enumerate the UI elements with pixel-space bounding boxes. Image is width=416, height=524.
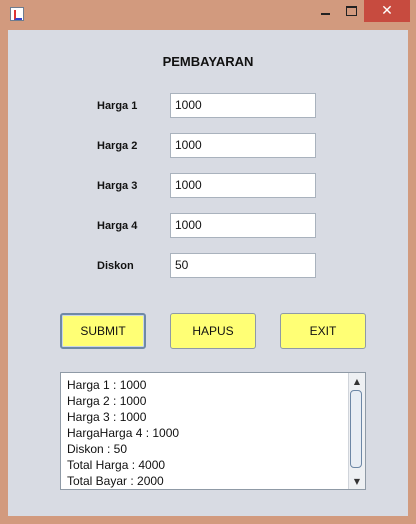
form-panel: PEMBAYARAN Harga 1 1000 Harga 2 1000 Har… <box>8 30 408 516</box>
diskon-label: Diskon <box>97 260 134 272</box>
output-line: Harga 3 : 1000 <box>67 410 147 424</box>
harga-1-input[interactable]: 1000 <box>170 93 316 118</box>
close-button[interactable]: ✕ <box>364 0 410 22</box>
output-lines: Harga 1 : 1000 Harga 2 : 1000 Harga 3 : … <box>67 377 347 489</box>
hapus-button[interactable]: HAPUS <box>170 313 256 349</box>
scroll-down-arrow-icon[interactable]: ▼ <box>349 474 365 488</box>
harga-3-input[interactable]: 1000 <box>170 173 316 198</box>
page-title: PEMBAYARAN <box>162 54 254 69</box>
output-text-area[interactable]: Harga 1 : 1000 Harga 2 : 1000 Harga 3 : … <box>60 372 366 490</box>
output-line: Harga 1 : 1000 <box>67 378 147 392</box>
harga-2-label: Harga 2 <box>97 140 138 152</box>
harga-1-label: Harga 1 <box>97 100 138 112</box>
output-line: HargaHarga 4 : 1000 <box>67 426 180 440</box>
output-line: Total Bayar : 2000 <box>67 474 164 488</box>
output-line: Diskon : 50 <box>67 442 128 456</box>
harga-4-label: Harga 4 <box>97 220 138 232</box>
diskon-input[interactable]: 50 <box>170 253 316 278</box>
maximize-icon <box>345 6 357 16</box>
output-line: Total Harga : 4000 <box>67 458 166 472</box>
maximize-button[interactable] <box>338 0 364 22</box>
harga-3-label: Harga 3 <box>97 180 138 192</box>
exit-button[interactable]: EXIT <box>280 313 366 349</box>
application-window: ✕ PEMBAYARAN Harga 1 1000 Harga 2 1000 H… <box>0 0 416 524</box>
output-line: Harga 2 : 1000 <box>67 394 147 408</box>
minimize-icon <box>320 13 330 15</box>
minimize-button[interactable] <box>312 0 338 22</box>
harga-4-input[interactable]: 1000 <box>170 213 316 238</box>
submit-button[interactable]: SUBMIT <box>60 313 146 349</box>
close-icon: ✕ <box>381 3 393 19</box>
scroll-up-arrow-icon[interactable]: ▲ <box>349 374 365 388</box>
scrollbar-thumb[interactable] <box>350 390 362 468</box>
title-bar[interactable]: ✕ <box>0 0 416 30</box>
vertical-scrollbar[interactable]: ▲ ▼ <box>348 373 365 489</box>
java-app-icon[interactable] <box>10 7 24 21</box>
harga-2-input[interactable]: 1000 <box>170 133 316 158</box>
